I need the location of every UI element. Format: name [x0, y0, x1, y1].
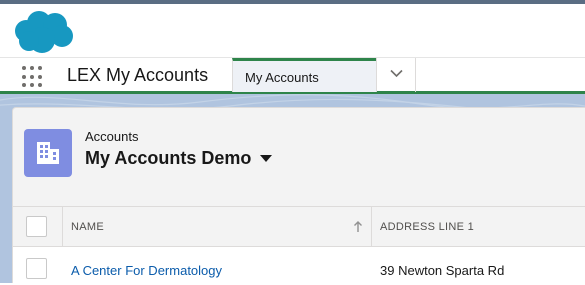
accounts-table: NAME ADDRESS LINE 1 A Center For Dermato…	[13, 206, 585, 285]
list-view-dropdown-icon[interactable]	[260, 155, 272, 163]
app-launcher-icon[interactable]	[22, 66, 44, 88]
account-name-link[interactable]: A Center For Dermatology	[71, 263, 222, 278]
column-label: ADDRESS LINE 1	[380, 221, 475, 233]
app-navigation-bar: LEX My Accounts My Accounts	[0, 57, 585, 94]
address-line-1-cell: 39 Newton Sparta Rd	[380, 263, 505, 278]
select-all-checkbox[interactable]	[26, 216, 47, 237]
tab-my-accounts[interactable]: My Accounts	[232, 58, 376, 92]
tab-label: My Accounts	[245, 70, 319, 85]
object-label: Accounts	[85, 129, 139, 144]
list-view-title[interactable]: My Accounts Demo	[85, 148, 251, 169]
tab-menu-button[interactable]	[376, 58, 416, 92]
table-row: A Center For Dermatology 39 Newton Spart…	[13, 247, 585, 285]
salesforce-cloud-icon[interactable]	[12, 10, 74, 54]
chevron-down-icon	[390, 69, 403, 78]
column-header-name[interactable]: NAME	[63, 207, 372, 247]
select-all-header	[13, 207, 63, 247]
global-header	[0, 0, 585, 57]
app-name: LEX My Accounts	[67, 65, 209, 85]
list-view-card: Accounts My Accounts Demo NAME ADDRESS L…	[12, 107, 585, 285]
column-header-address-line-1[interactable]: ADDRESS LINE 1	[372, 207, 585, 247]
sort-ascending-icon[interactable]	[353, 221, 363, 233]
column-label: NAME	[71, 221, 104, 233]
row-checkbox[interactable]	[26, 258, 47, 279]
account-building-icon	[24, 129, 72, 177]
